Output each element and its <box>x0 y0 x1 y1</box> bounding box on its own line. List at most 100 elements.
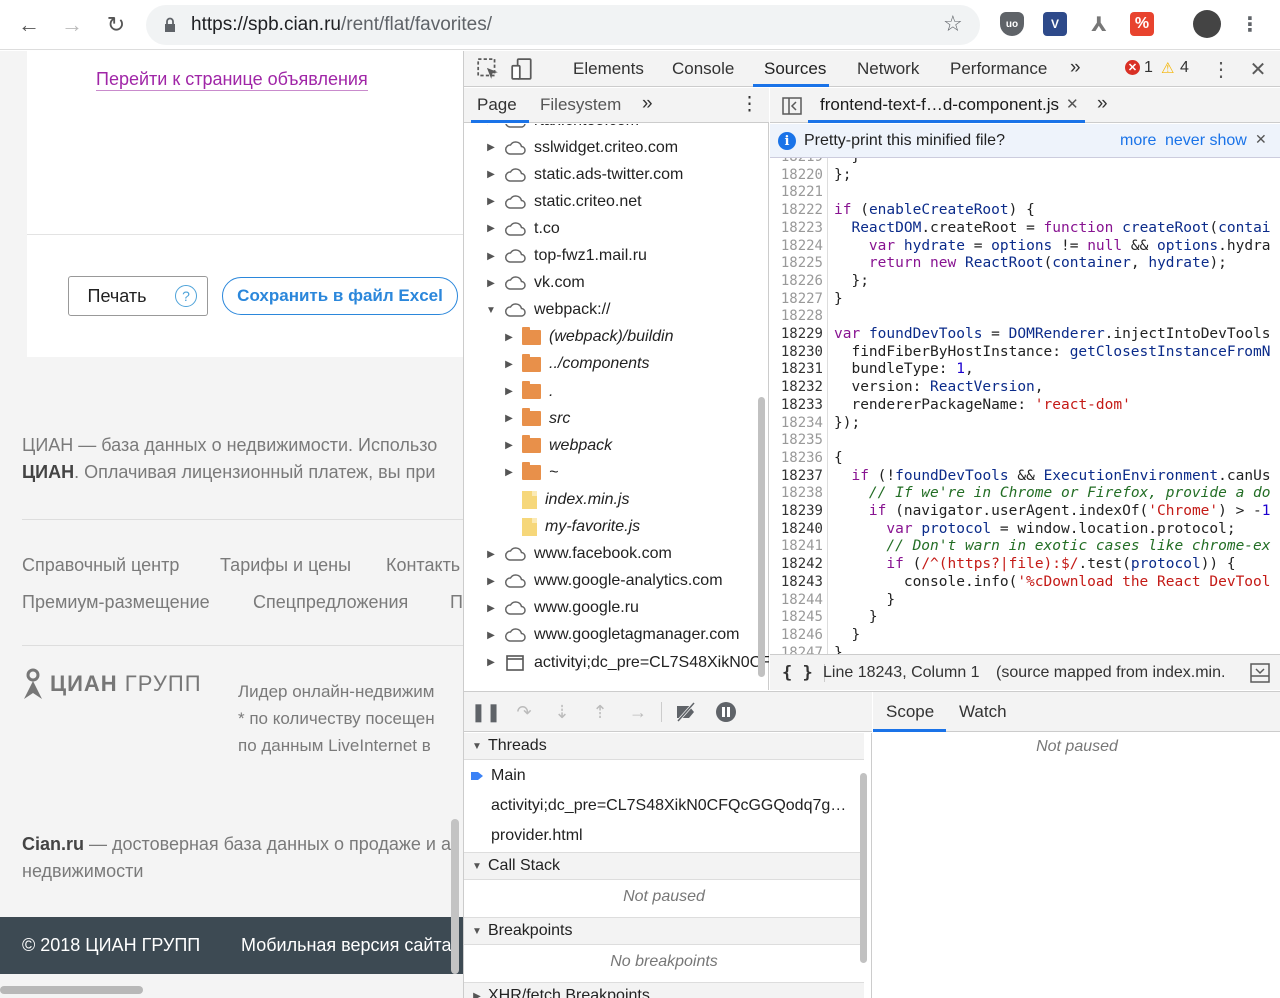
footer-link-more[interactable]: П <box>450 592 463 613</box>
goto-listing-link[interactable]: Перейти к странице объявления <box>96 69 368 91</box>
collapsed-triangle-icon[interactable]: ▶ <box>486 657 496 668</box>
footer-link-tariffs[interactable]: Тарифы и цены <box>220 555 351 576</box>
footer-link-contacts[interactable]: Контакть <box>386 555 460 576</box>
collapsed-triangle-icon[interactable]: ▶ <box>486 603 496 614</box>
warning-count[interactable]: 4 <box>1180 59 1189 77</box>
thread-main[interactable]: Main <box>464 761 864 791</box>
page-horizontal-scrollbar[interactable] <box>0 986 143 994</box>
line-number[interactable]: 18233 <box>770 397 823 415</box>
close-infobar-icon[interactable]: ✕ <box>1255 131 1267 148</box>
tree-item[interactable]: ▶ (webpack)/buildin <box>504 324 674 351</box>
line-number[interactable]: 18243 <box>770 574 823 592</box>
prettyprint-more-link[interactable]: more <box>1120 132 1156 150</box>
step-into-icon[interactable]: ⇣ <box>550 700 574 724</box>
tree-item[interactable]: ▼ webpack:// <box>486 297 610 324</box>
percent-extension-icon[interactable]: % <box>1130 12 1154 36</box>
breakpoints-section-header[interactable]: ▼ Breakpoints <box>464 917 864 945</box>
forward-icon[interactable]: → <box>57 10 87 40</box>
profile-avatar-icon[interactable] <box>1193 10 1221 38</box>
footer-link-premium[interactable]: Премиум-размещение <box>22 592 210 613</box>
collapsed-triangle-icon[interactable]: ▶ <box>486 169 496 180</box>
thread-provider[interactable]: provider.html <box>464 821 864 851</box>
tree-item[interactable]: ▶ activityi;dc_pre=CL7S48XikN0CF <box>486 649 769 676</box>
tab-elements[interactable]: Elements <box>573 59 644 79</box>
devtools-menu-icon[interactable]: ⋮ <box>1209 57 1233 81</box>
toggle-navigator-icon[interactable] <box>782 97 802 115</box>
menu-kebab-icon[interactable]: ⋮ <box>1238 12 1262 36</box>
tree-item[interactable]: my-favorite.js <box>504 514 640 541</box>
expanded-triangle-icon[interactable]: ▼ <box>486 305 496 316</box>
pause-on-exceptions-icon[interactable] <box>714 700 738 724</box>
navigator-scrollbar[interactable] <box>758 397 765 677</box>
code-area[interactable]: 1821918220182211822218223182241822518226… <box>770 158 1280 654</box>
step-out-icon[interactable]: ⇡ <box>588 700 612 724</box>
tree-item[interactable]: ▶. <box>504 378 553 405</box>
line-number[interactable]: 18237 <box>770 468 823 486</box>
line-number[interactable]: 18236 <box>770 450 823 468</box>
collapsed-triangle-icon[interactable]: ▶ <box>486 142 496 153</box>
shield-extension-icon[interactable]: V <box>1043 12 1067 36</box>
back-icon[interactable]: ← <box>14 10 44 40</box>
pause-icon[interactable]: ❚❚ <box>471 700 501 724</box>
tree-item[interactable]: ▶ t.co <box>486 215 560 242</box>
toggle-debugger-icon[interactable] <box>1250 663 1270 683</box>
address-bar[interactable]: https://spb.cian.ru/rent/flat/favorites/… <box>146 5 980 45</box>
source-map-info[interactable]: (source mapped from index.min. <box>996 664 1234 682</box>
collapsed-triangle-icon[interactable]: ▶ <box>486 630 496 641</box>
collapsed-triangle-icon[interactable]: ▶ <box>486 576 496 587</box>
tree-item[interactable]: ▶ static.ads-twitter.com <box>486 161 683 188</box>
line-number[interactable]: 18242 <box>770 556 823 574</box>
tree-item[interactable]: ▶ top-fwz1.mail.ru <box>486 243 647 270</box>
line-number[interactable]: 18231 <box>770 361 823 379</box>
line-number[interactable]: 18230 <box>770 344 823 362</box>
tab-performance[interactable]: Performance <box>950 59 1047 79</box>
tree-item[interactable]: ▶ ~ <box>504 459 558 486</box>
collapsed-triangle-icon[interactable]: ▶ <box>504 413 514 424</box>
tree-item[interactable]: ▶ webpack <box>504 432 612 459</box>
collapsed-triangle-icon[interactable]: ▶ <box>486 251 496 262</box>
xhr-breakpoints-section-header[interactable]: ▶ XHR/fetch Breakpoints <box>464 982 864 998</box>
tab-page[interactable]: Page <box>477 95 517 115</box>
tab-sources[interactable]: Sources <box>764 59 826 79</box>
thread-activityi[interactable]: activityi;dc_pre=CL7S48XikN0CFQcGGQodq7g… <box>464 791 864 821</box>
line-number[interactable]: 18225 <box>770 255 823 273</box>
more-editor-tabs-icon[interactable]: » <box>1097 93 1108 115</box>
close-devtools-icon[interactable]: ✕ <box>1246 57 1270 81</box>
cian-group-logo[interactable]: ЦИАН ГРУПП <box>22 667 202 701</box>
line-number[interactable]: 18244 <box>770 592 823 610</box>
extension-icon[interactable]: ⅄ <box>1087 12 1111 36</box>
line-number[interactable]: 18227 <box>770 291 823 309</box>
line-number[interactable]: 18234 <box>770 415 823 433</box>
line-number[interactable]: 18222 <box>770 202 823 220</box>
tree-item[interactable]: ▶ www.google.ru <box>486 595 639 622</box>
collapsed-triangle-icon[interactable]: ▶ <box>486 196 496 207</box>
deactivate-breakpoints-icon[interactable] <box>674 700 698 724</box>
ublock-icon[interactable]: uo <box>1000 12 1024 36</box>
collapsed-triangle-icon[interactable]: ▶ <box>486 223 496 234</box>
line-number[interactable]: 18241 <box>770 538 823 556</box>
collapsed-triangle-icon[interactable]: ▶ <box>504 332 514 343</box>
tree-item[interactable]: ▶ rtax.criteo.com <box>486 124 639 134</box>
tree-item[interactable]: ▶ ../components <box>504 351 650 378</box>
tree-item[interactable]: ▶ static.criteo.net <box>486 188 641 215</box>
tab-network[interactable]: Network <box>857 59 919 79</box>
pretty-print-button[interactable]: { } <box>782 663 813 683</box>
tab-filesystem[interactable]: Filesystem <box>540 95 621 115</box>
tree-item[interactable]: ▶ vk.com <box>486 270 585 297</box>
error-icon[interactable]: ✕ <box>1125 60 1140 75</box>
line-number[interactable]: 18219 <box>770 158 823 167</box>
collapsed-triangle-icon[interactable]: ▶ <box>486 278 496 289</box>
help-button[interactable]: ? <box>165 276 208 316</box>
line-number[interactable]: 18240 <box>770 521 823 539</box>
print-button[interactable]: Печать <box>68 276 166 316</box>
prettyprint-never-link[interactable]: never show <box>1165 132 1247 150</box>
step-over-icon[interactable]: ↷ <box>512 700 536 724</box>
more-navigator-tabs-icon[interactable]: » <box>642 93 653 115</box>
footer-link-special[interactable]: Спецпредложения <box>253 592 408 613</box>
line-number[interactable]: 18228 <box>770 308 823 326</box>
device-toolbar-icon[interactable] <box>510 57 534 81</box>
threads-section-header[interactable]: ▼ Threads <box>464 733 864 760</box>
line-number[interactable]: 18223 <box>770 220 823 238</box>
reload-icon[interactable]: ↻ <box>101 10 131 40</box>
tree-item[interactable]: ▶ sslwidget.criteo.com <box>486 134 678 161</box>
